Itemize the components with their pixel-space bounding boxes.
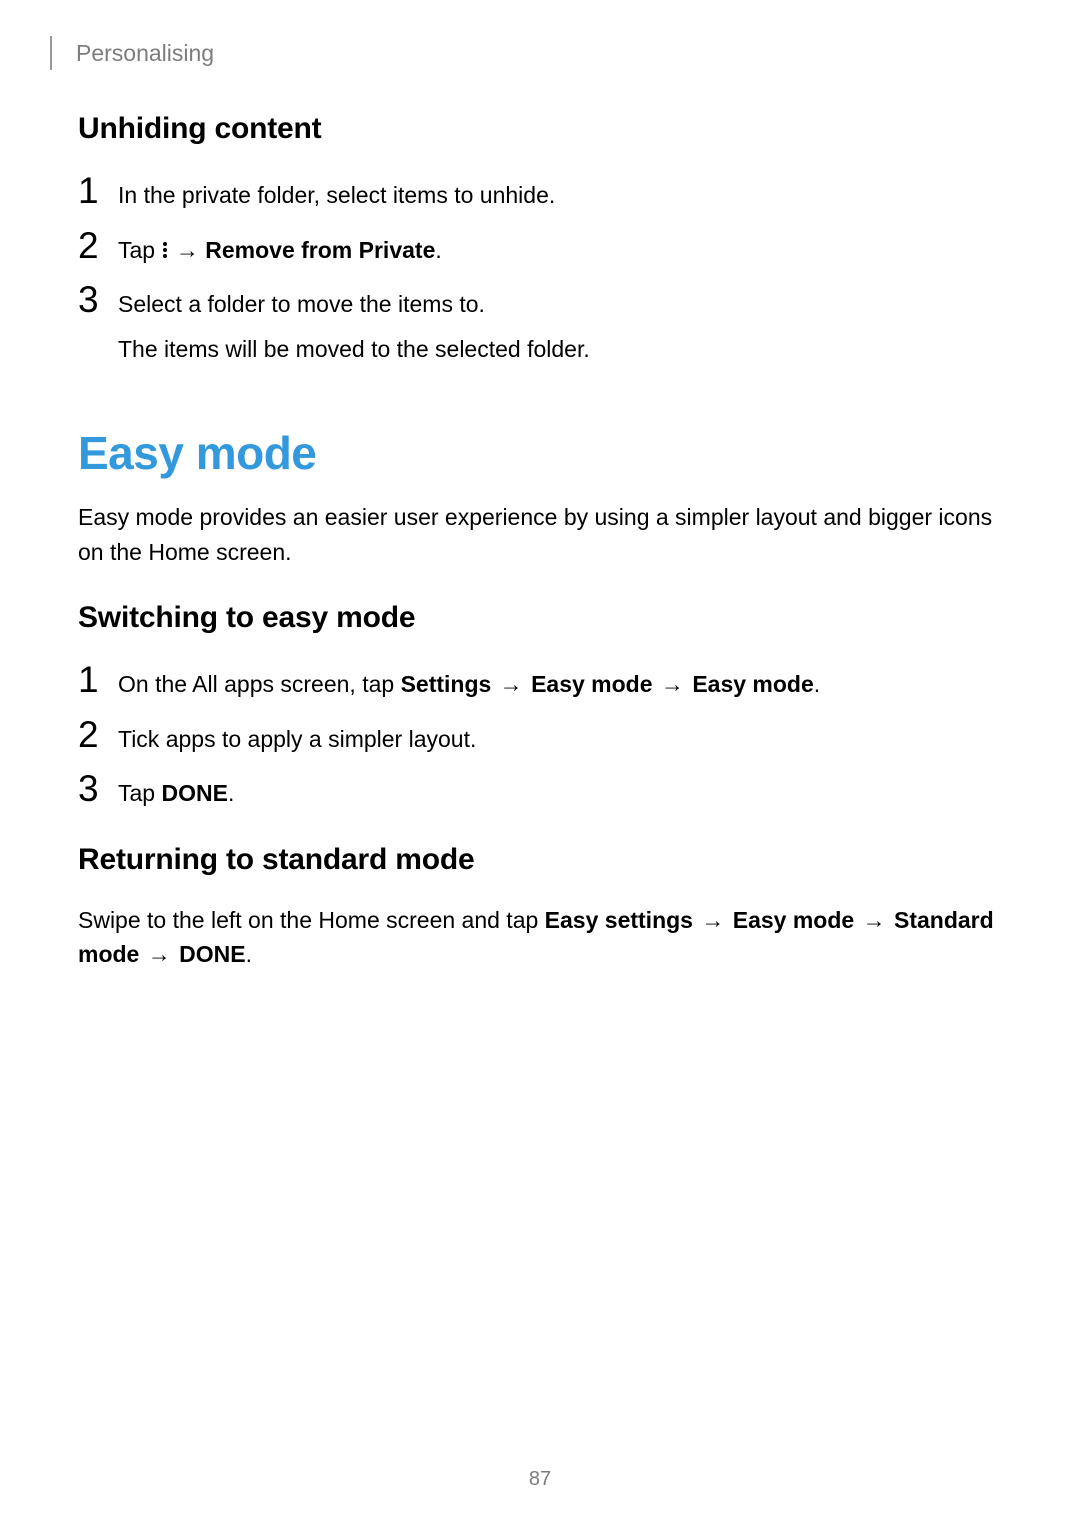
step-body: Tap → Remove from Private. — [118, 227, 1002, 268]
unhiding-steps: 1 In the private folder, select items to… — [78, 172, 1002, 366]
step-body: In the private folder, select items to u… — [118, 172, 1002, 213]
step-number: 2 — [78, 227, 118, 264]
text-suffix: . — [228, 780, 234, 806]
step-2: 2 Tap → Remove from Private. — [78, 227, 1002, 268]
easy-mode-intro: Easy mode provides an easier user experi… — [78, 500, 1002, 569]
bold-text: DONE — [179, 941, 245, 967]
unhiding-content-heading: Unhiding content — [78, 112, 1002, 146]
bold-text: Easy settings — [545, 907, 693, 933]
text-suffix: . — [814, 671, 820, 697]
step-body: Tick apps to apply a simpler layout. — [118, 716, 1002, 757]
header-divider — [50, 36, 52, 70]
bold-text: Remove from Private — [205, 237, 435, 263]
step-text: In the private folder, select items to u… — [118, 178, 1002, 213]
step-number: 3 — [78, 770, 118, 807]
step-text: Select a folder to move the items to. — [118, 287, 1002, 322]
arrow-text: → — [854, 907, 894, 933]
bold-text: DONE — [161, 780, 227, 806]
step-text: Tap → Remove from Private. — [118, 233, 1002, 268]
text-prefix: Tap — [118, 237, 161, 263]
step-number: 1 — [78, 661, 118, 698]
arrow-text: → — [653, 671, 693, 697]
step-2: 2 Tick apps to apply a simpler layout. — [78, 716, 1002, 757]
step-number: 1 — [78, 172, 118, 209]
step-text: On the All apps screen, tap Settings → E… — [118, 667, 1002, 702]
step-1: 1 On the All apps screen, tap Settings →… — [78, 661, 1002, 702]
page-number: 87 — [0, 1468, 1080, 1491]
page-content: Personalising Unhiding content 1 In the … — [0, 0, 1080, 972]
easy-mode-title: Easy mode — [78, 426, 1002, 480]
step-number: 2 — [78, 716, 118, 753]
text-suffix: . — [246, 941, 252, 967]
switching-heading: Switching to easy mode — [78, 601, 1002, 635]
returning-heading: Returning to standard mode — [78, 843, 1002, 877]
step-body: Select a folder to move the items to. Th… — [118, 281, 1002, 366]
bold-text: Easy mode — [733, 907, 854, 933]
text-suffix: . — [435, 237, 441, 263]
bold-text: Easy mode — [531, 671, 652, 697]
text-prefix: Swipe to the left on the Home screen and… — [78, 907, 545, 933]
step-text: The items will be moved to the selected … — [118, 332, 1002, 367]
header-bar: Personalising — [78, 36, 1002, 70]
step-body: On the All apps screen, tap Settings → E… — [118, 661, 1002, 702]
bold-text: Easy mode — [692, 671, 813, 697]
text-prefix: Tap — [118, 780, 161, 806]
arrow-text: → — [693, 907, 733, 933]
arrow-text: → — [139, 941, 179, 967]
step-3: 3 Tap DONE. — [78, 770, 1002, 811]
returning-paragraph: Swipe to the left on the Home screen and… — [78, 903, 1002, 972]
text-prefix: On the All apps screen, tap — [118, 671, 401, 697]
step-number: 3 — [78, 281, 118, 318]
arrow-text: → — [491, 671, 531, 697]
switching-steps: 1 On the All apps screen, tap Settings →… — [78, 661, 1002, 811]
step-3: 3 Select a folder to move the items to. … — [78, 281, 1002, 366]
arrow-text: → — [169, 237, 205, 263]
step-text: Tap DONE. — [118, 776, 1002, 811]
bold-text: Settings — [401, 671, 492, 697]
step-text: Tick apps to apply a simpler layout. — [118, 722, 1002, 757]
step-body: Tap DONE. — [118, 770, 1002, 811]
step-1: 1 In the private folder, select items to… — [78, 172, 1002, 213]
header-section-name: Personalising — [76, 40, 214, 67]
